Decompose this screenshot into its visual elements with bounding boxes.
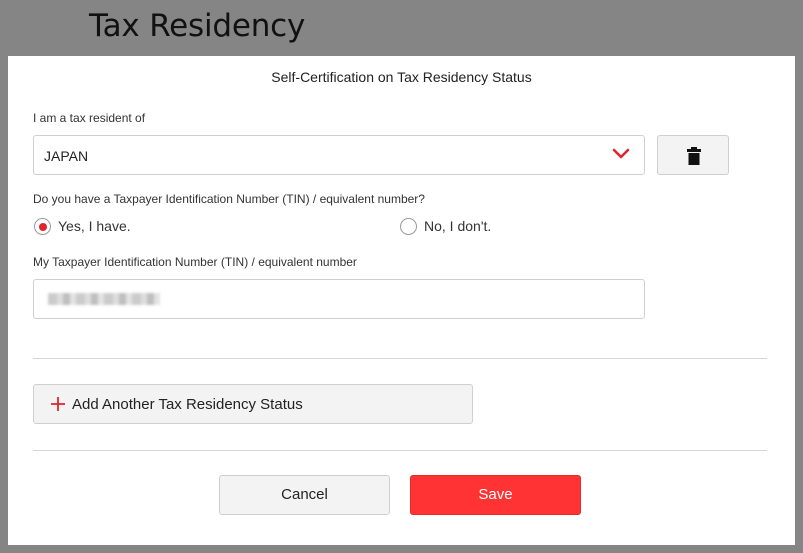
add-tax-residency-label: Add Another Tax Residency Status xyxy=(72,396,303,413)
save-button[interactable]: Save xyxy=(410,475,581,515)
tin-field-label: My Taxpayer Identification Number (TIN) … xyxy=(33,255,357,269)
chevron-down-icon xyxy=(612,148,630,159)
cancel-button[interactable]: Cancel xyxy=(219,475,390,515)
radio-yes-circle[interactable] xyxy=(34,218,51,235)
modal-title: Self-Certification on Tax Residency Stat… xyxy=(271,69,532,85)
delete-residency-button[interactable] xyxy=(657,135,729,175)
residency-label: I am a tax resident of xyxy=(33,111,146,125)
radio-no-circle[interactable] xyxy=(400,218,417,235)
divider xyxy=(33,450,767,451)
plus-icon xyxy=(51,397,65,411)
radio-no-label: No, I don't. xyxy=(424,218,492,234)
radio-yes-label: Yes, I have. xyxy=(58,218,131,234)
tin-value-obscured xyxy=(48,293,160,305)
tin-question-label: Do you have a Taxpayer Identification Nu… xyxy=(33,192,425,206)
trash-icon xyxy=(687,147,701,165)
tin-input[interactable] xyxy=(33,279,645,319)
page-title: Tax Residency xyxy=(89,8,306,44)
residency-select[interactable]: JAPAN xyxy=(33,135,645,175)
add-tax-residency-button[interactable]: Add Another Tax Residency Status xyxy=(33,384,473,424)
divider xyxy=(33,358,767,359)
residency-select-value: JAPAN xyxy=(44,148,89,164)
tax-residency-modal: Self-Certification on Tax Residency Stat… xyxy=(8,56,795,545)
